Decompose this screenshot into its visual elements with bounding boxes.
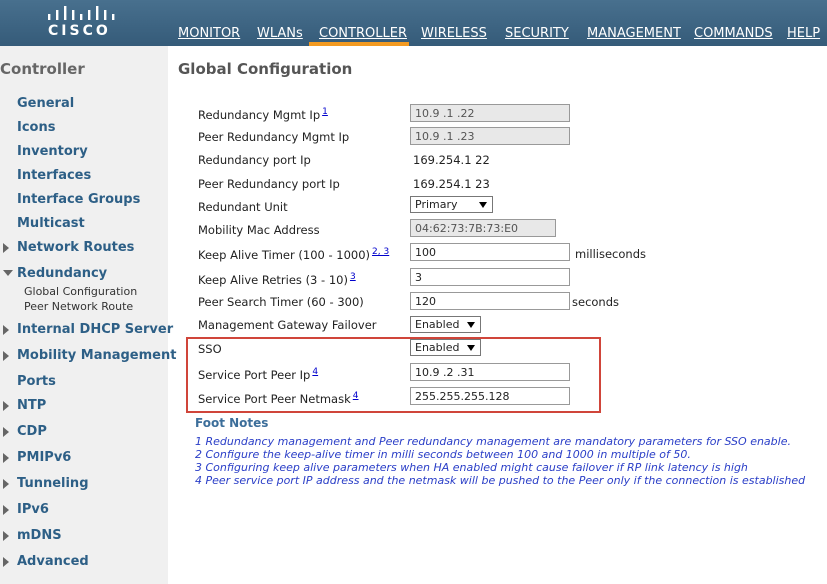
cisco-bars-icon — [48, 6, 115, 20]
nav-help[interactable]: HELP — [787, 26, 820, 41]
nav-controller[interactable]: CONTROLLER — [319, 26, 407, 41]
expand-arrow-icon[interactable] — [3, 401, 9, 411]
select-value: Primary — [415, 198, 458, 211]
sidebar-item-ports[interactable]: Ports — [17, 374, 56, 389]
milliseconds-unit: milliseconds — [575, 247, 646, 261]
keep-alive-retries-input[interactable]: 3 — [410, 268, 570, 286]
collapse-arrow-icon[interactable] — [3, 270, 13, 276]
redundancy-mgmt-ip-label: Redundancy Mgmt Ip 1 — [198, 107, 328, 122]
peer-redundancy-mgmt-ip-field[interactable]: 10.9 .1 .23 — [410, 127, 570, 145]
label-text: Keep Alive Timer (100 - 1000) — [198, 247, 371, 262]
sidebar-item-multicast[interactable]: Multicast — [17, 216, 85, 231]
expand-arrow-icon[interactable] — [3, 427, 9, 437]
label-text: Service Port Peer Ip — [198, 367, 311, 382]
sidebar: Controller General Icons Inventory Inter… — [0, 46, 176, 584]
peer-search-timer-input[interactable]: 120 — [410, 292, 570, 310]
footnote-2: 2 Configure the keep-alive timer in mill… — [195, 448, 691, 461]
peer-redundancy-mgmt-ip-label: Peer Redundancy Mgmt Ip — [198, 130, 350, 144]
top-navigation-bar: CISCO MONITOR WLANs CONTROLLER WIRELESS … — [0, 0, 827, 46]
peer-search-timer-label: Peer Search Timer (60 - 300) — [198, 295, 364, 309]
footnote-4: 4 Peer service port IP address and the n… — [195, 474, 806, 487]
footnote-link-2-3[interactable]: 2, 3 — [372, 247, 389, 257]
dropdown-arrow-icon — [467, 322, 475, 328]
sidebar-subitem-peer-network-route[interactable]: Peer Network Route — [24, 300, 133, 313]
sidebar-subitem-global-configuration[interactable]: Global Configuration — [24, 285, 137, 298]
label-text: Keep Alive Retries (3 - 10) — [198, 272, 348, 287]
cisco-logo[interactable]: CISCO — [42, 3, 118, 43]
seconds-unit: seconds — [572, 295, 620, 309]
nav-monitor[interactable]: MONITOR — [178, 26, 240, 41]
redundant-unit-label: Redundant Unit — [198, 200, 288, 214]
redundancy-port-ip-label: Redundancy port Ip — [198, 153, 311, 167]
expand-arrow-icon[interactable] — [3, 531, 9, 541]
redundancy-mgmt-ip-field[interactable]: 10.9 .1 .22 — [410, 104, 570, 122]
footnotes-title: Foot Notes — [195, 416, 269, 430]
service-port-peer-ip-label: Service Port Peer Ip 4 — [198, 367, 318, 382]
redundant-unit-select[interactable]: Primary — [410, 196, 493, 213]
footnote-1: 1 Redundancy management and Peer redunda… — [195, 435, 791, 448]
management-gateway-failover-select[interactable]: Enabled — [410, 316, 481, 333]
sidebar-item-advanced[interactable]: Advanced — [17, 554, 89, 569]
expand-arrow-icon[interactable] — [3, 505, 9, 515]
sidebar-item-network-routes[interactable]: Network Routes — [17, 240, 134, 255]
sso-select[interactable]: Enabled — [410, 339, 481, 356]
sidebar-item-ipv6[interactable]: IPv6 — [17, 502, 49, 517]
sidebar-item-redundancy[interactable]: Redundancy — [17, 266, 107, 281]
footnote-link-4[interactable]: 4 — [312, 367, 318, 377]
sidebar-title: Controller — [0, 60, 85, 78]
footnote-3: 3 Configuring keep alive parameters when… — [195, 461, 748, 474]
footnote-link-1[interactable]: 1 — [322, 107, 328, 117]
expand-arrow-icon[interactable] — [3, 479, 9, 489]
service-port-peer-netmask-label: Service Port Peer Netmask 4 — [198, 391, 359, 406]
expand-arrow-icon[interactable] — [3, 243, 9, 253]
dropdown-arrow-icon — [479, 202, 487, 208]
keep-alive-timer-input[interactable]: 100 — [410, 243, 570, 261]
expand-arrow-icon[interactable] — [3, 453, 9, 463]
sidebar-item-interface-groups[interactable]: Interface Groups — [17, 192, 140, 207]
peer-redundancy-port-ip-label: Peer Redundancy port Ip — [198, 177, 340, 191]
nav-security[interactable]: SECURITY — [505, 26, 569, 41]
label-text: Redundancy Mgmt Ip — [198, 107, 321, 122]
service-port-peer-netmask-input[interactable]: 255.255.255.128 — [410, 387, 570, 405]
sidebar-item-inventory[interactable]: Inventory — [17, 144, 88, 159]
nav-wlans[interactable]: WLANs — [257, 26, 303, 41]
sidebar-item-general[interactable]: General — [17, 96, 74, 111]
dropdown-arrow-icon — [467, 345, 475, 351]
sidebar-item-internal-dhcp-server[interactable]: Internal DHCP Server — [17, 322, 173, 337]
cisco-wordmark: CISCO — [48, 23, 111, 39]
footnote-link-3[interactable]: 3 — [350, 272, 356, 282]
page-title: Global Configuration — [178, 60, 353, 78]
select-value: Enabled — [415, 341, 460, 354]
expand-arrow-icon[interactable] — [3, 325, 9, 335]
nav-management[interactable]: MANAGEMENT — [587, 26, 681, 41]
sidebar-item-ntp[interactable]: NTP — [17, 398, 46, 413]
keep-alive-timer-label: Keep Alive Timer (100 - 1000) 2, 3 — [198, 247, 389, 262]
peer-redundancy-port-ip-value: 169.254.1 23 — [413, 177, 490, 191]
nav-wireless[interactable]: WIRELESS — [421, 26, 487, 41]
sidebar-item-pmipv6[interactable]: PMIPv6 — [17, 450, 71, 465]
select-value: Enabled — [415, 318, 460, 331]
sidebar-item-cdp[interactable]: CDP — [17, 424, 47, 439]
redundancy-port-ip-value: 169.254.1 22 — [413, 153, 490, 167]
expand-arrow-icon[interactable] — [3, 557, 9, 567]
active-tab-indicator — [309, 42, 409, 46]
expand-arrow-icon[interactable] — [3, 351, 9, 361]
mobility-mac-address-label: Mobility Mac Address — [198, 223, 320, 237]
sidebar-item-mobility-management[interactable]: Mobility Management — [17, 348, 176, 363]
management-gateway-failover-label: Management Gateway Failover — [198, 318, 377, 332]
sidebar-item-mdns[interactable]: mDNS — [17, 528, 62, 543]
nav-commands[interactable]: COMMANDS — [694, 26, 773, 41]
sidebar-item-tunneling[interactable]: Tunneling — [17, 476, 89, 491]
footnote-link-4[interactable]: 4 — [353, 391, 359, 401]
keep-alive-retries-label: Keep Alive Retries (3 - 10) 3 — [198, 272, 356, 287]
service-port-peer-ip-input[interactable]: 10.9 .2 .31 — [410, 363, 570, 381]
mobility-mac-address-field[interactable]: 04:62:73:7B:73:E0 — [410, 219, 556, 237]
label-text: Service Port Peer Netmask — [198, 391, 351, 406]
sidebar-item-icons[interactable]: Icons — [17, 120, 55, 135]
sso-label: SSO — [198, 342, 222, 356]
sidebar-item-interfaces[interactable]: Interfaces — [17, 168, 91, 183]
